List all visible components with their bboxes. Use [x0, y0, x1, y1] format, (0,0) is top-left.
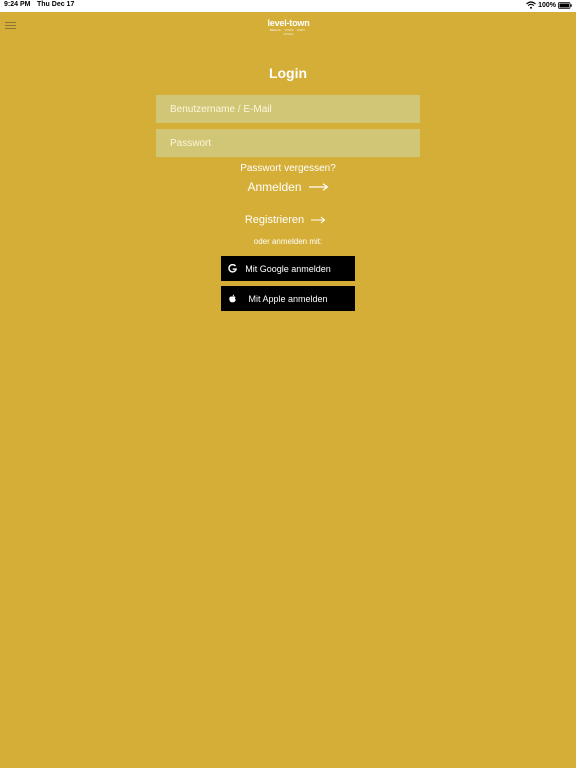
login-button[interactable]: Anmelden [0, 180, 576, 194]
app-logo: level-town BREAK · YOUR · OWN · LEVEL [266, 18, 311, 37]
logo-tagline: BREAK · YOUR · OWN · LEVEL [269, 28, 308, 36]
status-bar: 9:24 PM Thu Dec 17 100% [0, 0, 576, 12]
register-button[interactable]: Registrieren [0, 214, 576, 226]
status-date: Thu Dec 17 [37, 1, 75, 8]
status-time: 9:24 PM [4, 1, 31, 8]
app-screen: 9:24 PM Thu Dec 17 100% level-town BREAK… [0, 0, 576, 768]
logo-wordmark: level-town [267, 18, 310, 28]
google-login-label: Mit Google anmelden [245, 263, 331, 274]
battery-icon [558, 1, 572, 9]
login-label: Anmelden [247, 180, 302, 194]
apple-login-label: Mit Apple anmelden [248, 293, 328, 304]
password-input[interactable] [156, 129, 420, 157]
google-icon [228, 264, 237, 273]
wifi-icon [526, 1, 536, 9]
arrow-right-icon [311, 216, 326, 224]
status-indicators: 100% [526, 1, 572, 9]
arrow-right-icon [308, 183, 329, 191]
apple-login-button[interactable]: Mit Apple anmelden [221, 286, 355, 311]
page-title: Login [268, 65, 308, 81]
menu-icon[interactable] [5, 22, 16, 30]
apple-icon [229, 294, 236, 303]
battery-percent: 100% [538, 1, 556, 9]
forgot-password-link[interactable]: Passwort vergessen? [0, 163, 576, 174]
alternative-login-label: oder anmelden mit: [253, 237, 323, 246]
register-label: Registrieren [244, 214, 305, 226]
google-login-button[interactable]: Mit Google anmelden [221, 256, 355, 281]
username-input[interactable] [156, 95, 420, 123]
